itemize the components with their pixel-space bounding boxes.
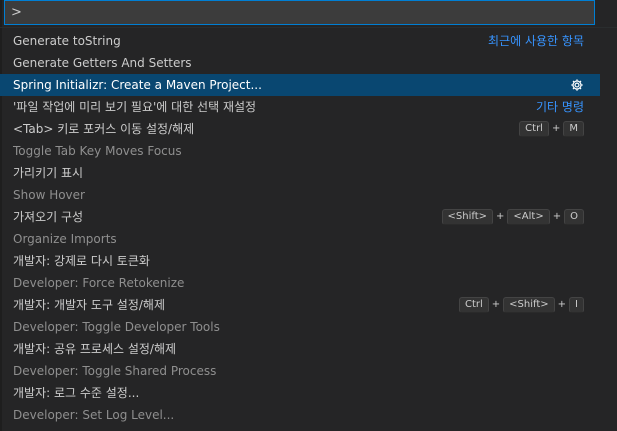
command-label: '파일 작업에 미리 보기 필요'에 대한 선택 재설정 — [13, 100, 257, 114]
keybinding: <Shift> + <Alt> + O — [441, 206, 584, 228]
key-alt: <Alt> — [507, 209, 550, 225]
key-ctrl: Ctrl — [458, 297, 489, 313]
command-item-toggle-tab-focus[interactable]: <Tab> 키로 포커스 이동 설정/해제 Toggle Tab Key Mov… — [0, 118, 600, 162]
group-label-other: 기타 명령 — [536, 100, 584, 114]
command-item-generate-tostring[interactable]: Generate toString 최근에 사용한 항목 — [0, 30, 600, 52]
command-detail: Toggle Tab Key Moves Focus — [13, 144, 182, 158]
key-ctrl: Ctrl — [519, 121, 549, 137]
scrollbar[interactable] — [603, 30, 617, 431]
command-item-set-log-level[interactable]: 개발자: 로그 수준 설정... Developer: Set Log Leve… — [0, 382, 600, 426]
group-label-recent: 최근에 사용한 항목 — [488, 34, 584, 48]
key-o: O — [564, 209, 584, 225]
command-detail: Developer: Set Log Level... — [13, 408, 175, 422]
command-detail: Organize Imports — [13, 232, 117, 246]
key-plus: + — [557, 299, 567, 310]
command-detail: Developer: Toggle Developer Tools — [13, 320, 220, 334]
keybinding: Ctrl + M — [519, 118, 584, 140]
command-label: Generate Getters And Setters — [13, 56, 192, 70]
key-plus: + — [496, 211, 505, 222]
command-input[interactable] — [11, 4, 581, 21]
command-label: 개발자: 강제로 다시 토큰화 — [13, 254, 150, 268]
key-plus: + — [551, 123, 561, 134]
command-list: Generate toString 최근에 사용한 항목 Generate Ge… — [0, 30, 600, 426]
gear-icon[interactable] — [570, 78, 584, 92]
command-item-show-hover[interactable]: 가리키기 표시 Show Hover — [0, 162, 600, 206]
command-detail: Show Hover — [13, 188, 85, 202]
command-item-spring-initializr[interactable]: Spring Initializr: Create a Maven Projec… — [0, 74, 600, 96]
command-label: <Tab> 키로 포커스 이동 설정/해제 — [13, 122, 195, 136]
command-label: 가리키기 표시 — [13, 166, 84, 180]
key-i: I — [569, 297, 584, 313]
key-plus: + — [491, 299, 501, 310]
command-detail: Developer: Toggle Shared Process — [13, 364, 217, 378]
command-item-generate-getters-setters[interactable]: Generate Getters And Setters — [0, 52, 600, 74]
command-palette: Generate toString 최근에 사용한 항목 Generate Ge… — [0, 0, 617, 431]
command-input-box[interactable] — [4, 0, 595, 25]
command-label: Spring Initializr: Create a Maven Projec… — [13, 78, 262, 92]
key-shift: <Shift> — [441, 209, 494, 225]
key-shift: <Shift> — [503, 297, 555, 313]
command-item-toggle-dev-tools[interactable]: 개발자: 개발자 도구 설정/해제 Developer: Toggle Deve… — [0, 294, 600, 338]
keybinding: Ctrl + <Shift> + I — [458, 294, 584, 316]
command-item-reset-preview-choice[interactable]: '파일 작업에 미리 보기 필요'에 대한 선택 재설정 기타 명령 — [0, 96, 600, 118]
key-plus: + — [552, 211, 562, 222]
command-label: 개발자: 공유 프로세스 설정/해제 — [13, 342, 177, 356]
command-item-toggle-shared-process[interactable]: 개발자: 공유 프로세스 설정/해제 Developer: Toggle Sha… — [0, 338, 600, 382]
command-label: Generate toString — [13, 34, 121, 48]
key-m: M — [563, 121, 584, 137]
divider — [0, 27, 617, 28]
command-item-organize-imports[interactable]: 가져오기 구성 Organize Imports <Shift> + <Alt>… — [0, 206, 600, 250]
command-label: 개발자: 로그 수준 설정... — [13, 386, 140, 400]
command-detail: Developer: Force Retokenize — [13, 276, 185, 290]
command-item-force-retokenize[interactable]: 개발자: 강제로 다시 토큰화 Developer: Force Retoken… — [0, 250, 600, 294]
